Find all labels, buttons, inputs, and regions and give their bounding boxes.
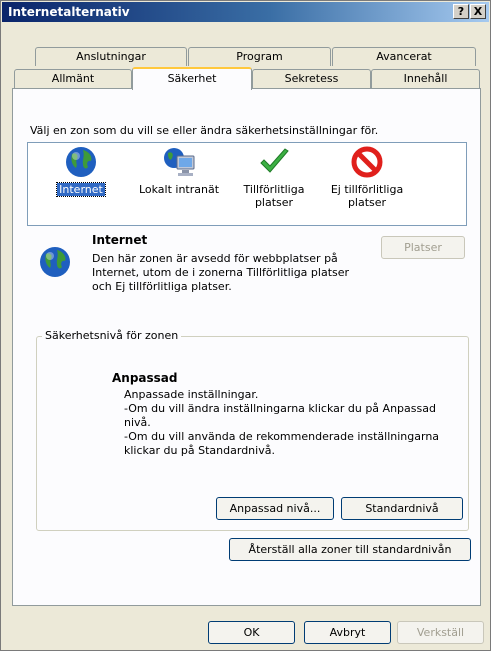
tab-avancerat[interactable]: Avancerat xyxy=(332,47,476,66)
title-bar[interactable]: Internetalternativ ? X xyxy=(2,2,489,22)
help-button[interactable]: ? xyxy=(453,4,469,19)
reset-all-zones-button[interactable]: Återställ alla zoner till standardnivån xyxy=(229,538,471,561)
security-level-title: Anpassad xyxy=(112,371,178,385)
red-prohibited-icon xyxy=(350,145,384,179)
tab-sakerhet[interactable]: Säkerhet xyxy=(132,67,252,90)
tab-program[interactable]: Program xyxy=(188,47,331,66)
tab-innehall[interactable]: Innehåll xyxy=(371,69,480,88)
default-level-button[interactable]: Standardnivå xyxy=(341,497,463,520)
zone-info-line: och Ej tillförlitliga platser. xyxy=(92,280,232,293)
security-level-line: -Om du vill ändra inställningarna klicka… xyxy=(124,402,436,415)
window-title: Internetalternativ xyxy=(8,5,130,19)
zone-restricted-sites-label: Ej tillförlitliga platser xyxy=(330,183,404,209)
security-level-line: klickar du på Standardnivå. xyxy=(124,444,275,457)
zone-local-intranet[interactable]: Lokalt intranät xyxy=(131,145,227,196)
sites-button[interactable]: Platser xyxy=(381,236,465,259)
apply-button[interactable]: Verkställ xyxy=(397,621,484,644)
globe-icon xyxy=(40,247,70,277)
zone-trusted-sites[interactable]: Tillförlitliga platser xyxy=(234,145,314,209)
zone-internet[interactable]: Internet xyxy=(43,145,119,197)
globe-icon xyxy=(64,145,98,179)
security-level-description: Anpassade inställningar. -Om du vill änd… xyxy=(124,388,439,458)
tab-sekretess[interactable]: Sekretess xyxy=(252,69,371,88)
security-level-line: -Om du vill använda de rekommenderade in… xyxy=(124,430,440,443)
zone-info-description: Den här zonen är avsedd för webbplatser … xyxy=(92,252,349,294)
zone-info-line: Internet, utom de i zonerna Tillförlitli… xyxy=(92,266,350,279)
custom-level-button[interactable]: Anpassad nivå... xyxy=(216,497,334,520)
green-checkmark-icon xyxy=(257,145,291,179)
intranet-computer-icon xyxy=(162,145,196,179)
close-button[interactable]: X xyxy=(470,4,486,19)
zone-prompt: Välj en zon som du vill se eller ändra s… xyxy=(30,124,379,137)
zone-local-intranet-label: Lokalt intranät xyxy=(138,183,220,196)
zone-info-line: Den här zonen är avsedd för webbplatser … xyxy=(92,252,338,265)
sites-button-label: Platser xyxy=(404,241,442,254)
zone-internet-label: Internet xyxy=(56,182,106,197)
zone-info-icon xyxy=(38,245,72,282)
zone-restricted-sites[interactable]: Ej tillförlitliga platser xyxy=(316,145,418,209)
zone-list[interactable]: Internet Lokalt intranät Tillförlitliga … xyxy=(27,142,467,226)
security-level-legend: Säkerhetsnivå för zonen xyxy=(42,329,182,342)
cancel-button[interactable]: Avbryt xyxy=(304,621,391,644)
security-level-line: Anpassade inställningar. xyxy=(124,388,259,401)
tab-anslutningar[interactable]: Anslutningar xyxy=(35,47,187,66)
internet-options-dialog: Internetalternativ ? X Anslutningar Prog… xyxy=(0,0,491,651)
ok-button[interactable]: OK xyxy=(208,621,295,644)
zone-trusted-sites-label: Tillförlitliga platser xyxy=(243,183,305,209)
tab-allmant[interactable]: Allmänt xyxy=(14,69,132,88)
security-level-line: nivå. xyxy=(124,416,151,429)
zone-info-title: Internet xyxy=(92,233,148,247)
